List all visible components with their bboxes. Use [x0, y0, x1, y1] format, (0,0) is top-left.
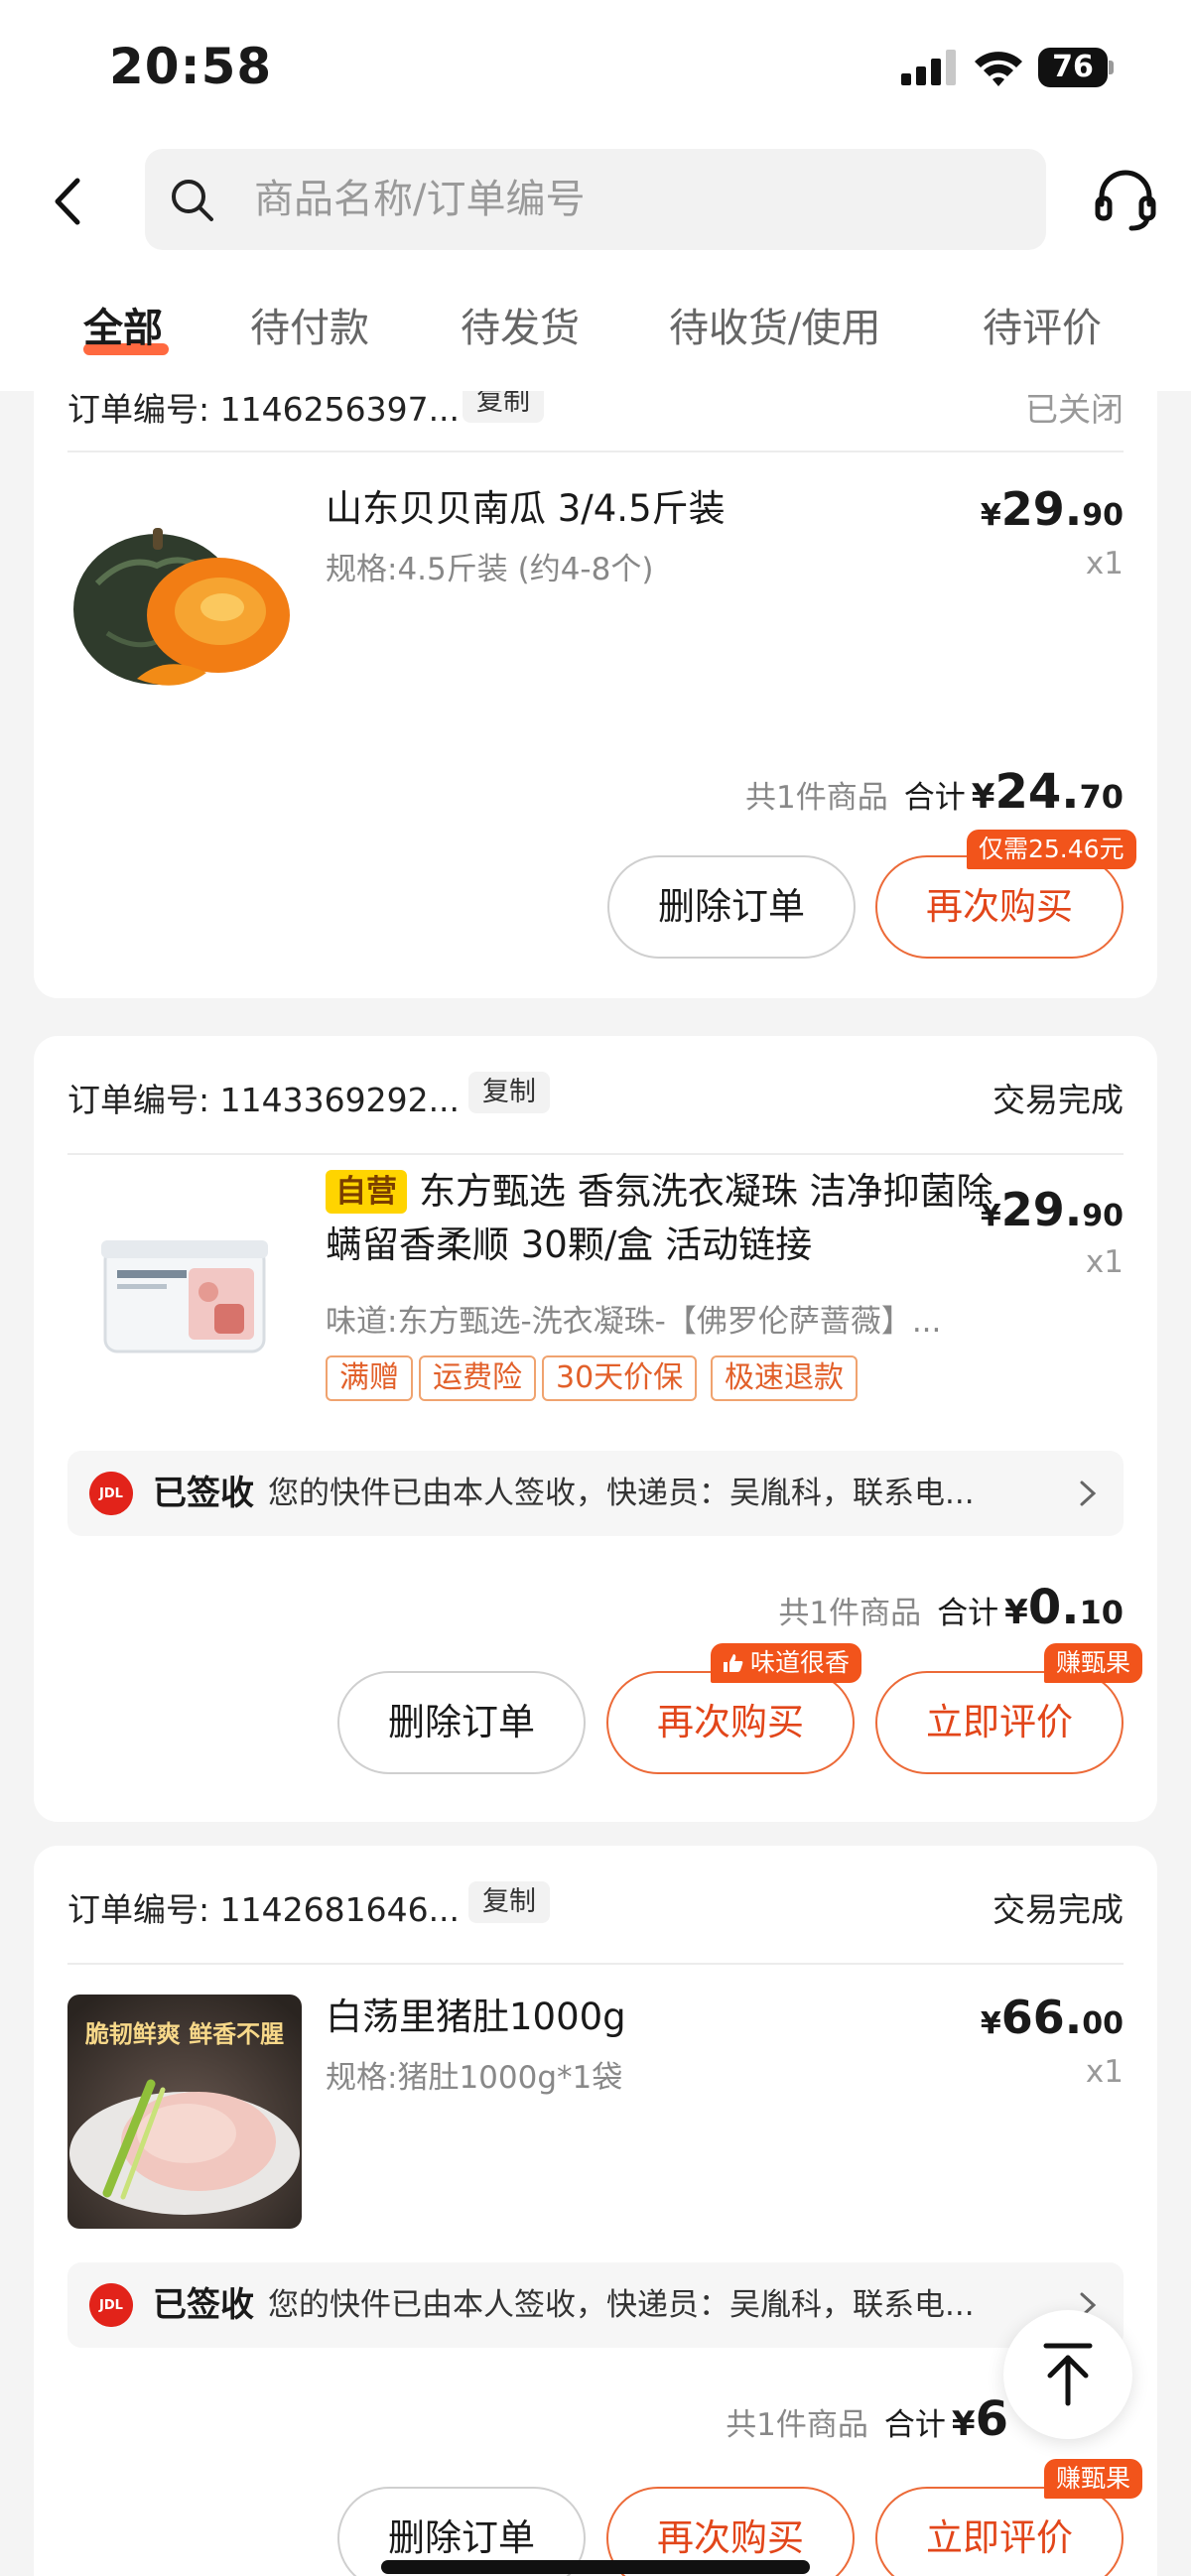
- product-title[interactable]: 自营 东方甄选 香氛洗衣凝珠 洁净抑菌除螨留香柔顺 30颗/盒 活动链接: [326, 1165, 1000, 1272]
- product-spec: 规格:猪肚1000g*1袋: [326, 2060, 623, 2096]
- product-spec: 规格:4.5斤装 (约4-8个): [326, 552, 654, 587]
- product-price: ¥66.00: [980, 1991, 1124, 2044]
- back-to-top-button[interactable]: [1003, 2310, 1132, 2439]
- battery-level: 76: [1038, 48, 1108, 87]
- logistics-info[interactable]: JDL 已签收 您的快件已由本人签收，快递员：吴胤科，联系电...: [67, 2262, 1124, 2348]
- order-card[interactable]: 订单编号: 1146256397... 复制 已关闭 山东贝贝南瓜 3/4.5斤…: [34, 391, 1157, 998]
- order-card[interactable]: 订单编号: 1143369292... 复制 交易完成 自营 东方甄选 香氛洗衣凝…: [34, 1036, 1157, 1822]
- order-number: 订单编号: 1142681646...: [67, 1890, 461, 1929]
- product-quantity: x1: [1085, 2054, 1124, 2090]
- tab-all[interactable]: 全部: [83, 296, 163, 353]
- order-number: 订单编号: 1143369292...: [67, 1081, 461, 1119]
- price-drop-badge: 仅需25.46元: [967, 830, 1136, 869]
- search-placeholder: 商品名称/订单编号: [254, 177, 586, 222]
- copy-button[interactable]: 复制: [468, 1072, 550, 1113]
- logistics-status: 已签收: [153, 1474, 254, 1513]
- service-tag: 30天价保: [542, 1355, 698, 1401]
- copy-button[interactable]: 复制: [468, 1881, 550, 1923]
- back-arrow-icon[interactable]: [40, 167, 99, 236]
- tab-pending-shipment[interactable]: 待发货: [461, 296, 580, 353]
- wifi-icon: [975, 52, 1022, 86]
- tab-pending-review[interactable]: 待评价: [983, 296, 1102, 353]
- status-time: 20:58: [109, 38, 273, 95]
- product-spec: 味道:东方甄选-洗衣凝珠-【佛罗伦萨蔷薇】...: [326, 1304, 942, 1340]
- home-indicator: [381, 2560, 810, 2574]
- order-list[interactable]: 订单编号: 1146256397... 复制 已关闭 山东贝贝南瓜 3/4.5斤…: [0, 391, 1191, 2576]
- search-icon: [172, 180, 213, 221]
- jd-logistics-icon: JDL: [89, 1472, 133, 1515]
- battery-icon: 76: [1038, 48, 1114, 87]
- earn-points-badge: 赚甄果: [1044, 2459, 1143, 2499]
- earn-points-badge: 赚甄果: [1044, 1643, 1143, 1683]
- search-input[interactable]: 商品名称/订单编号: [145, 149, 1046, 250]
- product-price: ¥29.90: [980, 1183, 1124, 1236]
- customer-service-icon[interactable]: [1092, 167, 1159, 234]
- order-status: 已关闭: [1025, 391, 1124, 429]
- status-bar: 20:58 76: [0, 0, 1191, 139]
- tab-pending-receipt[interactable]: 待收货/使用: [669, 296, 880, 353]
- product-quantity: x1: [1085, 1244, 1124, 1280]
- logistics-status: 已签收: [153, 2285, 254, 2325]
- jd-logistics-icon: JDL: [89, 2283, 133, 2327]
- logistics-text: 您的快件已由本人签收，快递员：吴胤科，联系电...: [268, 2287, 975, 2323]
- order-tabs: 全部 待付款 待发货 待收货/使用 待评价: [0, 268, 1191, 391]
- order-status: 交易完成: [992, 1081, 1124, 1119]
- order-summary: 共1件商品 合计 ¥0.10: [778, 1580, 1124, 1635]
- review-now-button[interactable]: 立即评价: [875, 1671, 1124, 1774]
- order-number: 订单编号: 1146256397...: [67, 391, 461, 429]
- service-tag: 满赠: [326, 1355, 413, 1401]
- product-price: ¥29.90: [980, 482, 1124, 536]
- product-title[interactable]: 白荡里猪肚1000g: [326, 1991, 1000, 2044]
- order-card[interactable]: 订单编号: 1142681646... 复制 交易完成 脆韧鲜爽 鲜香不腥 白荡…: [34, 1846, 1157, 2576]
- back-to-top-icon: [1043, 2343, 1093, 2406]
- delete-order-button[interactable]: 删除订单: [337, 1671, 586, 1774]
- product-quantity: x1: [1085, 546, 1124, 581]
- order-summary: 共1件商品 合计 ¥6: [726, 2391, 1008, 2447]
- product-image-pumpkin[interactable]: [67, 484, 302, 718]
- thumbs-up-icon: [724, 1654, 743, 1672]
- delete-order-button[interactable]: 删除订单: [607, 855, 856, 959]
- service-tag: 极速退款: [711, 1355, 858, 1401]
- copy-button[interactable]: 复制: [463, 391, 544, 423]
- tab-pending-payment[interactable]: 待付款: [250, 296, 369, 353]
- order-status: 交易完成: [992, 1890, 1124, 1929]
- svg-text:JDL: JDL: [98, 1486, 123, 1501]
- review-highlight-badge: 味道很香: [711, 1643, 862, 1683]
- cellular-signal-icon: [901, 50, 956, 85]
- header: 商品名称/订单编号: [0, 139, 1191, 268]
- svg-text:JDL: JDL: [98, 2298, 123, 2313]
- image-caption: 脆韧鲜爽 鲜香不腥: [84, 2020, 284, 2048]
- order-summary: 共1件商品 合计 ¥24.70: [745, 764, 1124, 820]
- self-operated-tag: 自营: [326, 1170, 407, 1214]
- service-tag: 运费险: [419, 1355, 536, 1401]
- buy-again-button[interactable]: 再次购买: [606, 1671, 855, 1774]
- logistics-info[interactable]: JDL 已签收 您的快件已由本人签收，快递员：吴胤科，联系电...: [67, 1451, 1124, 1536]
- review-now-button[interactable]: 立即评价: [875, 2487, 1124, 2576]
- buy-again-button[interactable]: 再次购买: [875, 855, 1124, 959]
- logistics-text: 您的快件已由本人签收，快递员：吴胤科，联系电...: [268, 1476, 975, 1511]
- product-image-pork-tripe[interactable]: 脆韧鲜爽 鲜香不腥: [67, 1995, 302, 2229]
- chevron-right-icon: [1080, 1481, 1097, 1506]
- product-title[interactable]: 山东贝贝南瓜 3/4.5斤装: [326, 482, 1000, 536]
- product-image-laundry-pods[interactable]: [67, 1181, 302, 1415]
